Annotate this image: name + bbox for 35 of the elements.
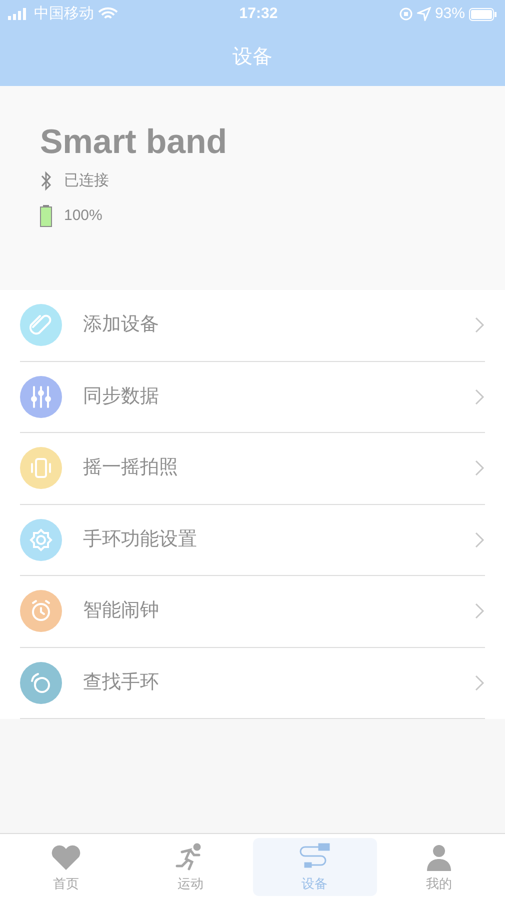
menu-item[interactable]: 查找手环 — [20, 648, 485, 719]
menu-label: 添加设备 — [83, 313, 160, 337]
device-name: Smart band — [40, 122, 228, 162]
rotation-lock-icon — [398, 7, 413, 21]
tab-item[interactable]: 首页 — [4, 838, 128, 896]
menu-label: 同步数据 — [83, 384, 160, 408]
chevron-icon — [475, 388, 485, 405]
menu-item[interactable]: 同步数据 — [20, 362, 485, 433]
bluetooth-icon — [40, 171, 52, 192]
menu-item[interactable]: 手环功能设置 — [20, 504, 485, 576]
menu-item[interactable]: 摇一摇拍照 — [20, 433, 485, 504]
location-icon — [416, 7, 431, 21]
carrier-name: 中国移动 — [34, 4, 94, 24]
menu-item[interactable]: 添加设备 — [20, 290, 485, 362]
chevron-icon — [475, 603, 485, 620]
chevron-icon — [475, 532, 485, 548]
tab-item[interactable]: 运动 — [128, 838, 252, 896]
menu-item[interactable]: 智能闹钟 — [20, 576, 485, 648]
menu-label: 摇一摇拍照 — [83, 456, 179, 480]
menu-label: 智能闹钟 — [83, 599, 160, 623]
battery-icon — [40, 204, 52, 227]
page-title: 设备 — [232, 45, 272, 70]
chevron-icon — [475, 674, 485, 691]
chevron-icon — [475, 460, 485, 476]
status-time: 17:32 — [239, 4, 278, 24]
menu-label: 手环功能设置 — [83, 528, 198, 552]
tab-item[interactable]: 我的 — [376, 838, 501, 896]
connection-status: 已连接 — [64, 171, 109, 191]
battery-level: 100% — [64, 206, 102, 226]
chevron-icon — [475, 317, 485, 334]
battery-percent: 93% — [434, 4, 465, 24]
battery-icon — [469, 8, 497, 20]
tab-item[interactable]: 设备 — [252, 838, 377, 896]
wifi-icon — [98, 7, 118, 21]
menu-label: 查找手环 — [83, 670, 160, 694]
